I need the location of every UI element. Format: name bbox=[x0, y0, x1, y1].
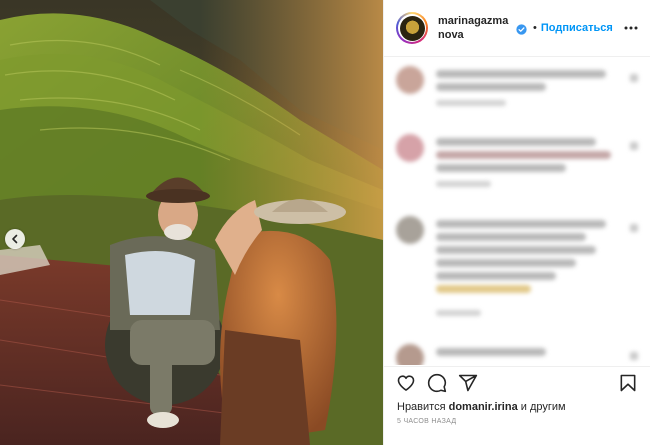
comment-meta bbox=[436, 310, 481, 316]
liked-by-user-link[interactable]: domanir.irina bbox=[449, 401, 518, 413]
comment-text-line bbox=[436, 164, 566, 172]
comments-list bbox=[384, 58, 650, 365]
comment-avatar bbox=[396, 66, 424, 94]
header-separator: • bbox=[533, 22, 537, 34]
comment-avatar bbox=[396, 344, 424, 365]
share-icon[interactable] bbox=[458, 373, 478, 393]
comment-text-line bbox=[436, 138, 596, 146]
follow-button[interactable]: Подписаться bbox=[541, 22, 613, 34]
comment-text-line bbox=[436, 233, 586, 241]
comment-meta bbox=[436, 100, 506, 106]
post-side-panel: marinagazmanova • Подписаться Нравится d… bbox=[383, 0, 650, 445]
comment-like-icon bbox=[630, 142, 638, 150]
heart-icon[interactable] bbox=[396, 373, 416, 393]
comment-text-line bbox=[436, 83, 546, 91]
comment-text-line bbox=[436, 285, 531, 293]
comment-text-line bbox=[436, 272, 556, 280]
username-link[interactable]: marinagazmanova bbox=[438, 14, 514, 42]
instagram-post: marinagazmanova • Подписаться Нравится d… bbox=[0, 0, 650, 445]
comment-like-icon bbox=[630, 224, 638, 232]
avatar-image bbox=[399, 15, 425, 41]
comment-like-icon bbox=[630, 352, 638, 360]
post-header: marinagazmanova • Подписаться bbox=[384, 0, 650, 57]
action-bar bbox=[384, 366, 650, 399]
post-photo bbox=[0, 0, 383, 445]
post-media[interactable] bbox=[0, 0, 383, 445]
comment-item bbox=[396, 66, 640, 116]
avatar-frame bbox=[398, 14, 426, 42]
comment-avatar bbox=[396, 134, 424, 162]
likes-summary: Нравится domanir.irina и другим bbox=[397, 401, 566, 413]
more-options-icon[interactable] bbox=[624, 26, 638, 30]
chevron-left-icon bbox=[12, 234, 18, 244]
bookmark-icon[interactable] bbox=[618, 373, 638, 393]
comment-icon[interactable] bbox=[427, 373, 447, 393]
comment-text-line bbox=[436, 348, 546, 356]
likes-suffix: и другим bbox=[520, 401, 566, 413]
comment-item bbox=[396, 344, 640, 365]
avatar[interactable] bbox=[396, 12, 428, 44]
previous-slide-button[interactable] bbox=[5, 229, 25, 249]
comment-avatar bbox=[396, 216, 424, 244]
post-timestamp[interactable]: 5 часов назад bbox=[397, 418, 456, 425]
comment-item bbox=[396, 134, 640, 194]
verified-badge-icon bbox=[516, 23, 527, 35]
comment-text-line bbox=[436, 246, 596, 254]
comment-meta bbox=[436, 181, 491, 187]
comment-item bbox=[396, 216, 640, 326]
comment-like-icon bbox=[630, 74, 638, 82]
comment-text-line bbox=[436, 70, 606, 78]
comment-text-line bbox=[436, 151, 611, 159]
likes-prefix: Нравится bbox=[397, 401, 446, 413]
comment-text-line bbox=[436, 220, 606, 228]
comment-text-line bbox=[436, 259, 576, 267]
